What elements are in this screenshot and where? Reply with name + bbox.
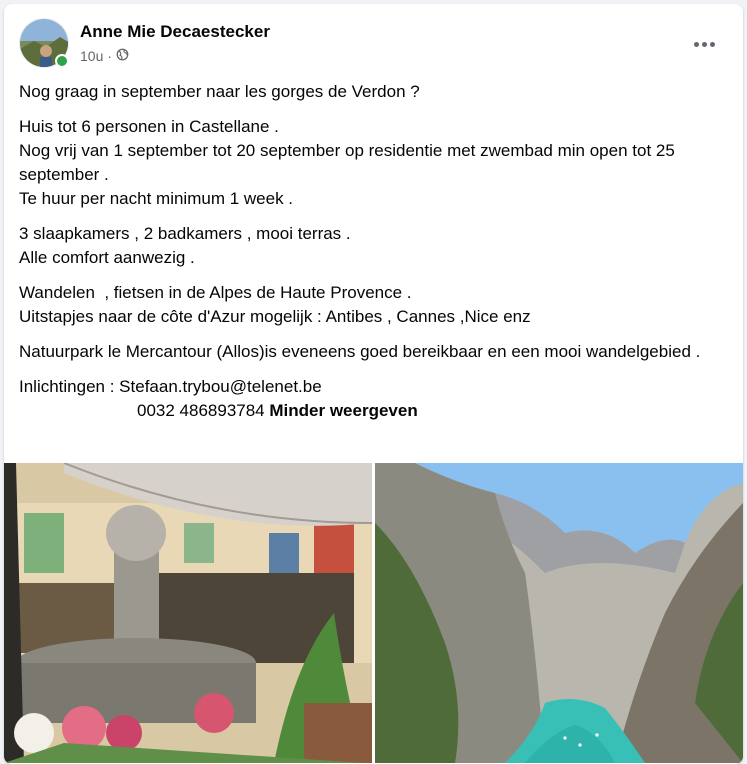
paragraph: Huis tot 6 personen in Castellane . Nog …	[19, 115, 728, 211]
see-less-link[interactable]: Minder weergeven	[269, 401, 417, 420]
post-meta: 10u ·	[80, 48, 129, 64]
paragraph: 3 slaapkamers , 2 badkamers , mooi terra…	[19, 222, 728, 270]
phone-line: 0032 486893784 Minder weergeven	[19, 399, 728, 423]
photo-verdon-gorge[interactable]	[375, 463, 743, 763]
globe-icon[interactable]	[116, 48, 129, 64]
post-text: Nog graag in september naar les gorges d…	[19, 80, 728, 423]
text-line: Huis tot 6 personen in Castellane .	[19, 117, 279, 136]
paragraph: Nog graag in september naar les gorges d…	[19, 80, 728, 104]
paragraph: Inlichtingen : Stefaan.trybou@telenet.be…	[19, 375, 728, 423]
photo-grid	[4, 463, 743, 763]
post-time[interactable]: 10u	[80, 48, 103, 64]
post-header: Anne Mie Decaestecker 10u ·	[19, 18, 728, 70]
text-line: Te huur per nacht minimum 1 week .	[19, 189, 294, 208]
text-line: Alle comfort aanwezig .	[19, 248, 195, 267]
more-options-button[interactable]	[686, 26, 722, 62]
text-line: Nog vrij van 1 september tot 20 septembe…	[19, 141, 675, 184]
more-horizontal-icon	[692, 41, 716, 47]
meta-separator: ·	[107, 48, 113, 64]
text-line: Uitstapjes naar de côte d'Azur mogelijk …	[19, 307, 531, 326]
phone-number: 0032 486893784	[137, 401, 265, 420]
text-line: Wandelen , fietsen in de Alpes de Haute …	[19, 283, 412, 302]
paragraph: Natuurpark le Mercantour (Allos)is evene…	[19, 340, 728, 364]
contact-line: Inlichtingen : Stefaan.trybou@telenet.be	[19, 377, 322, 396]
text-line: 3 slaapkamers , 2 badkamers , mooi terra…	[19, 224, 351, 243]
paragraph: Wandelen , fietsen in de Alpes de Haute …	[19, 281, 728, 329]
online-status-dot	[55, 54, 69, 68]
photo-castellane-fountain[interactable]	[4, 463, 372, 763]
text-line: Natuurpark le Mercantour (Allos)is evene…	[19, 342, 701, 361]
text-line: Nog graag in september naar les gorges d…	[19, 82, 420, 101]
author-name[interactable]: Anne Mie Decaestecker	[80, 22, 270, 42]
post-card: Anne Mie Decaestecker 10u · Nog graag in…	[4, 4, 743, 764]
